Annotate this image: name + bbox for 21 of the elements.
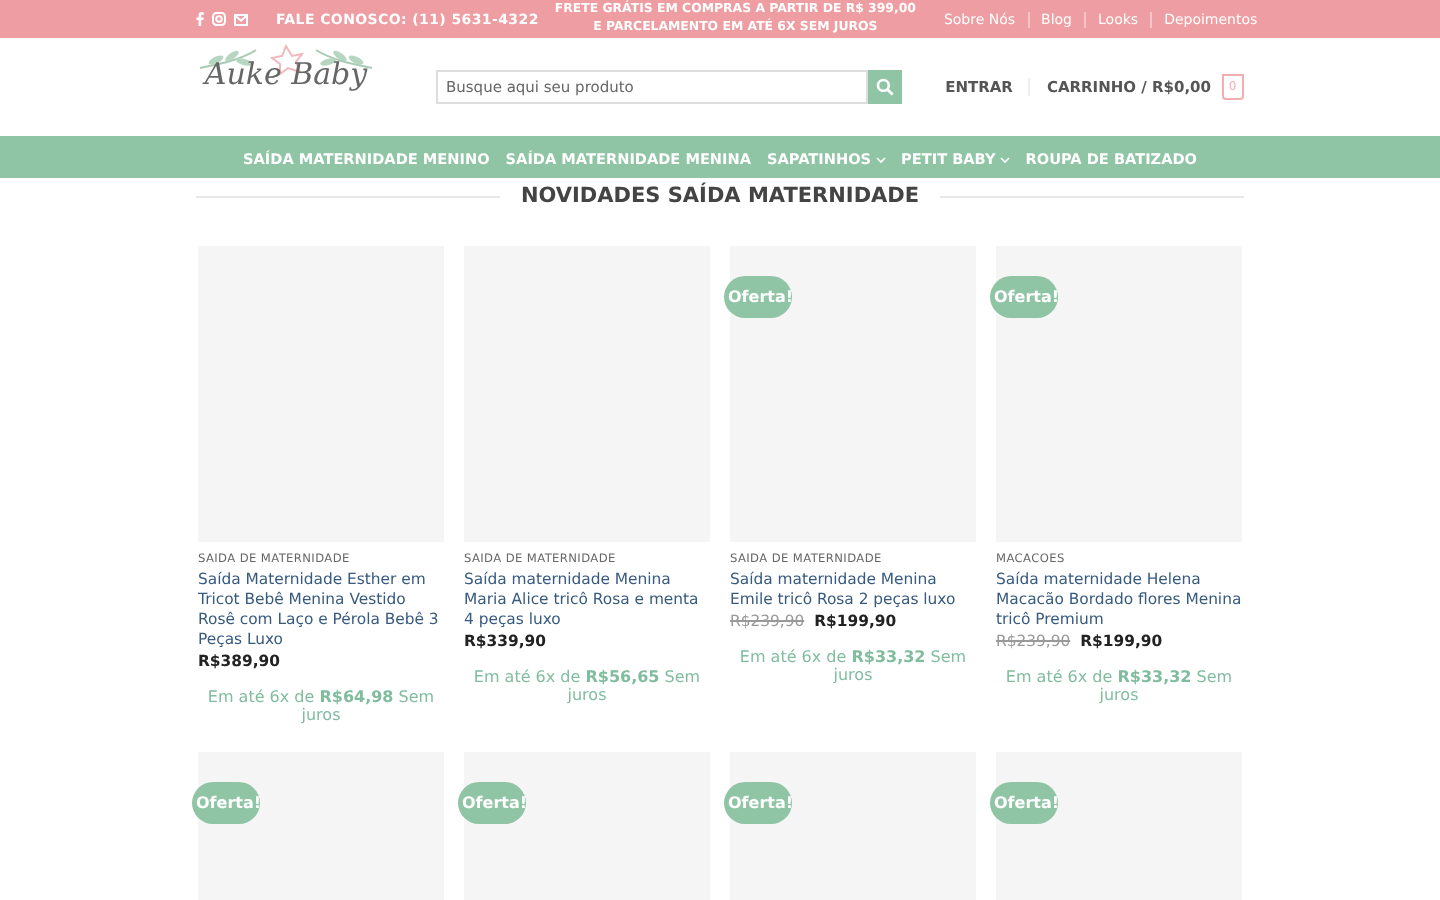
offer-badge: Oferta! — [192, 782, 260, 824]
offer-badge: Oferta! — [990, 276, 1058, 318]
offer-badge: Oferta! — [724, 276, 792, 318]
installment-text: Em até 6x de R$33,32 Sem juros — [737, 650, 969, 684]
product-image[interactable] — [996, 246, 1242, 542]
mail-icon[interactable] — [234, 13, 248, 25]
facebook-icon[interactable] — [196, 12, 204, 26]
search-icon — [875, 78, 894, 96]
search-button[interactable] — [867, 70, 902, 104]
installment-text: Em até 6x de R$33,32 Sem juros — [1003, 670, 1235, 704]
chevron-down-icon — [999, 155, 1010, 163]
instagram-icon[interactable] — [212, 12, 226, 26]
chevron-down-icon — [875, 155, 886, 163]
offer-badge: Oferta! — [458, 782, 526, 824]
offer-badge: Oferta! — [990, 782, 1058, 824]
logo-text[interactable]: Auke Baby — [204, 55, 368, 91]
offer-badge: Oferta! — [724, 782, 792, 824]
installment-text: Em até 6x de R$64,98 Sem juros — [205, 690, 437, 724]
product-image[interactable] — [730, 246, 976, 542]
installment-text: Em até 6x de R$56,65 Sem juros — [471, 670, 703, 704]
section-title: NOVIDADES SAÍDA MATERNIDADE — [520, 184, 920, 208]
